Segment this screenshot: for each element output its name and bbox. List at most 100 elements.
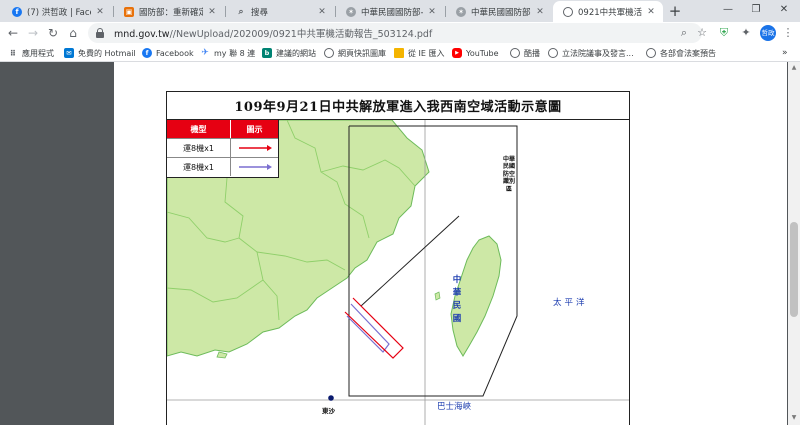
youtube-icon: ▶ <box>452 48 462 58</box>
bookmarks-bar: ⠿ 應用程式 ✉ 免費的 Hotmail f Facebook ✈ my 聯 8… <box>0 44 800 62</box>
coastal-island <box>216 351 228 359</box>
bookmark-label: 從 IE 匯入 <box>408 48 445 58</box>
close-icon[interactable]: ✕ <box>206 7 218 17</box>
tab-title: 國防部：重新確定本 <box>139 7 203 18</box>
roc-label: 中華民國 <box>452 275 462 324</box>
bookmark-apps[interactable]: ⠿ 應用程式 <box>8 46 54 60</box>
folder-icon <box>394 48 404 58</box>
bookmark-label: 網頁快訊圖庫 <box>338 48 386 58</box>
extension-shield-icon[interactable]: ⛨ <box>716 25 732 41</box>
bookmark-label: Facebook <box>156 48 194 58</box>
tab-2[interactable]: ⌕ 搜尋 ✕ <box>226 1 334 22</box>
back-button[interactable]: ← <box>4 24 22 42</box>
news-icon: ▣ <box>124 6 134 17</box>
lock-icon[interactable] <box>96 28 104 38</box>
bookmark-label: 酷播 <box>524 48 540 58</box>
legend-header-type: 機型 <box>167 120 231 138</box>
globe-icon <box>563 6 573 17</box>
pacific-ocean-label: 太平洋 <box>553 298 588 308</box>
bookmark-label: 各部會法案預告 <box>660 48 716 58</box>
close-icon[interactable]: ✕ <box>94 7 106 17</box>
bookmark-kubo[interactable]: 酷播 <box>510 46 540 60</box>
search-icon: ⌕ <box>238 6 244 17</box>
mnd-emblem-icon: ✶ <box>346 6 356 17</box>
bookmark-ie-import[interactable]: 從 IE 匯入 <box>394 46 445 60</box>
map-title: 109年9月21日中共解放軍進入我西南空域活動示意圖 <box>167 92 629 120</box>
penghu-islands <box>434 291 441 301</box>
bookmark-legislative[interactable]: 立法院議事及發言... <box>548 46 634 60</box>
tab-4[interactable]: ✶ 中華民國國防部-全球 ✕ <box>446 1 552 22</box>
bookmark-label: 建議的網站 <box>276 48 316 58</box>
adiz-label: 中華民國防空識別區 <box>503 156 516 193</box>
legend-row: 運8機x1 <box>167 157 278 176</box>
legend-aircraft-type: 運8機x1 <box>167 158 231 176</box>
bookmark-youtube[interactable]: ▶ YouTube <box>452 46 499 60</box>
tab-title: 搜尋 <box>251 7 269 18</box>
home-button[interactable]: ⌂ <box>64 24 82 42</box>
globe-icon <box>548 48 558 58</box>
scrollbar-thumb[interactable] <box>790 222 798 317</box>
window-close-button[interactable]: ✕ <box>772 0 796 20</box>
close-icon[interactable]: ✕ <box>645 7 657 17</box>
tab-strip: f (7) 洪哲政 | Facebook ✕ ▣ 國防部：重新確定本 ✕ ⌕ 搜… <box>0 0 800 22</box>
bookmark-hotmail[interactable]: ✉ 免費的 Hotmail <box>64 46 136 60</box>
scroll-up-arrow-icon[interactable]: ▲ <box>790 64 798 71</box>
close-icon[interactable]: ✕ <box>534 7 546 17</box>
bookmark-label: 立法院議事及發言... <box>562 48 634 58</box>
red-arrow-icon <box>231 139 278 157</box>
bookmark-label: my 聯 8 連 <box>214 48 256 58</box>
globe-icon <box>510 48 520 58</box>
extensions-puzzle-icon[interactable]: ✦ <box>738 25 754 41</box>
scroll-down-arrow-icon[interactable]: ▼ <box>790 414 798 421</box>
menu-kebab-icon[interactable]: ⋮ <box>780 25 796 41</box>
address-bar[interactable]: mnd.gov.tw//NewUpload/202009/0921中共軍機活動報… <box>88 23 702 43</box>
tab-title: (7) 洪哲政 | Facebook <box>27 7 91 18</box>
profile-avatar[interactable]: 哲政 <box>760 25 776 41</box>
minimize-button[interactable]: — <box>716 0 740 20</box>
mnd-emblem-icon: ✶ <box>456 6 466 17</box>
apps-grid-icon: ⠿ <box>9 48 17 58</box>
tab-0[interactable]: f (7) 洪哲政 | Facebook ✕ <box>2 1 112 22</box>
url-host: mnd.gov.tw <box>114 29 170 40</box>
bookmark-ministry-bills[interactable]: 各部會法案預告 <box>646 46 716 60</box>
bookmark-my-lian[interactable]: ✈ my 聯 8 連 <box>200 46 255 60</box>
map-frame: 109年9月21日中共解放軍進入我西南空域活動示意圖 機型 圖示 運8機x1 運… <box>166 91 630 425</box>
tab-title: 中華民國國防部-全球 <box>471 7 531 18</box>
tab-title: 0921中共軍機活動報 <box>578 7 642 18</box>
url-path: //NewUpload/202009/0921中共軍機活動報告_503124.p… <box>169 29 433 40</box>
bookmark-label: 應用程式 <box>22 48 54 58</box>
bookmark-facebook[interactable]: f Facebook <box>142 46 194 60</box>
bookmark-suggested[interactable]: b 建議的網站 <box>262 46 316 60</box>
url-text[interactable]: mnd.gov.tw//NewUpload/202009/0921中共軍機活動報… <box>114 26 432 40</box>
purple-arrow-icon <box>231 158 278 176</box>
bookmark-star-icon[interactable]: ☆ <box>694 25 710 41</box>
close-icon[interactable]: ✕ <box>426 7 438 17</box>
maximize-button[interactable]: ❐ <box>744 0 768 20</box>
bookmark-webslice[interactable]: 網頁快訊圖庫 <box>324 46 386 60</box>
bookmark-label: YouTube <box>466 48 499 58</box>
tab-3[interactable]: ✶ 中華民國國防部-全球 ✕ <box>336 1 444 22</box>
scrollbar[interactable]: ▲ ▼ <box>788 62 800 425</box>
tab-1[interactable]: ▣ 國防部：重新確定本 ✕ <box>114 1 224 22</box>
tab-5-active[interactable]: 0921中共軍機活動報 ✕ <box>553 1 663 22</box>
dongsha-marker <box>328 395 334 401</box>
toolbar: ← → ↻ ⌂ mnd.gov.tw//NewUpload/202009/092… <box>0 22 800 44</box>
legend-header-icon: 圖示 <box>246 124 263 134</box>
forward-button[interactable]: → <box>24 24 42 42</box>
bing-icon: b <box>262 48 272 58</box>
zoom-icon[interactable]: ⌕ <box>676 25 692 41</box>
hotmail-icon: ✉ <box>64 48 74 58</box>
globe-icon <box>324 48 334 58</box>
close-icon[interactable]: ✕ <box>316 7 328 17</box>
bookmarks-overflow-chevron-icon[interactable]: » <box>782 46 788 60</box>
legend-table: 機型 圖示 運8機x1 運8機x1 <box>167 120 279 178</box>
bird-icon: ✈ <box>201 48 209 58</box>
new-tab-button[interactable]: + <box>666 2 684 20</box>
facebook-icon: f <box>12 6 22 17</box>
legend-row: 運8機x1 <box>167 138 278 157</box>
legend-header: 機型 圖示 <box>167 120 278 138</box>
globe-icon <box>646 48 656 58</box>
facebook-icon: f <box>142 48 152 58</box>
reload-button[interactable]: ↻ <box>44 24 62 42</box>
dongsha-label: 東沙 <box>322 407 335 415</box>
